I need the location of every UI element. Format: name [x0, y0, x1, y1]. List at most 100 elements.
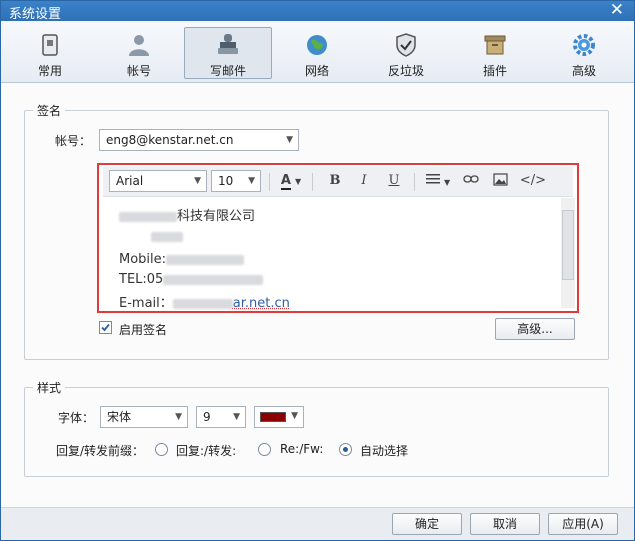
prefix-option-re-fw-label: Re:/Fw:	[280, 442, 324, 456]
style-group: 样式	[24, 379, 609, 477]
checkmark-icon	[101, 323, 110, 332]
enable-signature-label: 启用签名	[119, 323, 168, 337]
signature-email-label: E-mail：	[119, 296, 173, 311]
style-group-title: 样式	[33, 379, 66, 396]
tab-spam[interactable]: 反垃圾	[362, 27, 450, 79]
tab-network[interactable]: 网络	[273, 27, 361, 79]
font-color-swatch	[260, 412, 286, 422]
image-icon	[492, 173, 508, 186]
settings-tabs: 常用 帐号 写邮件 网络 反垃圾 插件 高级	[1, 21, 634, 83]
font-size-select[interactable]: 9 ▼	[196, 406, 246, 428]
tab-general-label: 常用	[37, 64, 62, 78]
editor-toolbar: Arial ▼ 10 ▼ A ▼ B I U ▼ </>	[103, 167, 573, 197]
prefix-option-chinese-label: 回复:/转发:	[176, 444, 237, 458]
align-icon	[425, 174, 440, 184]
gear-icon	[573, 34, 595, 56]
signature-line-email: E-mail： ar.net.cn	[119, 292, 290, 311]
signature-mobile-label: Mobile:	[119, 252, 167, 267]
image-button[interactable]	[489, 173, 511, 191]
align-button[interactable]: ▼	[423, 173, 453, 191]
signature-group-title: 签名	[33, 102, 66, 119]
ok-button[interactable]: 确定	[392, 513, 462, 535]
tab-plugins-label: 插件	[482, 64, 507, 78]
font-color-select[interactable]: ▼	[254, 406, 304, 428]
font-size-value: 9	[203, 410, 211, 424]
toolbar-divider	[269, 173, 270, 191]
link-icon	[463, 175, 479, 183]
tab-compose[interactable]: 写邮件	[184, 27, 272, 79]
tab-advanced-label: 高级	[571, 64, 596, 78]
prefix-option-auto-radio[interactable]	[339, 443, 352, 456]
italic-button[interactable]: I	[354, 173, 374, 191]
redacted-text	[166, 254, 245, 265]
tab-compose-label: 写邮件	[209, 64, 246, 78]
signature-email-domain[interactable]: ar.net.cn	[233, 296, 290, 311]
redacted-text	[119, 211, 177, 222]
tab-plugins[interactable]: 插件	[451, 27, 539, 79]
chevron-down-icon: ▼	[286, 135, 293, 145]
signature-tel-label: TEL:05	[119, 272, 164, 287]
text-color-icon: A	[280, 173, 291, 190]
box-icon	[484, 35, 506, 55]
chevron-down-icon: ▼	[175, 412, 182, 422]
phone-icon	[42, 34, 58, 56]
signature-company-text: 科技有限公司	[177, 209, 256, 224]
settings-window: 系统设置 ✕ 常用 帐号 写邮件 网络 反垃圾 插件 高级 签名 帐号： eng…	[0, 0, 635, 541]
signature-advanced-button[interactable]: 高级...	[495, 318, 575, 340]
editor-size-select[interactable]: 10 ▼	[211, 170, 261, 192]
cancel-button[interactable]: 取消	[470, 513, 540, 535]
window-title: 系统设置	[9, 7, 62, 22]
user-icon	[129, 35, 149, 56]
tab-account[interactable]: 帐号	[95, 27, 183, 79]
signature-editor: Arial ▼ 10 ▼ A ▼ B I U ▼ </> 科技有限公司 Mobi…	[97, 163, 579, 313]
globe-icon	[307, 35, 327, 55]
toolbar-divider	[414, 173, 415, 191]
editor-size-value: 10	[218, 174, 234, 188]
source-code-button[interactable]: </>	[519, 173, 547, 191]
shield-icon	[396, 33, 416, 57]
account-select[interactable]: eng8@kenstar.net.cn ▼	[99, 129, 299, 151]
tab-network-label: 网络	[304, 64, 329, 78]
apply-button[interactable]: 应用(A)	[548, 513, 618, 535]
underline-button[interactable]: U	[384, 173, 404, 191]
redacted-text	[172, 298, 233, 309]
text-color-button[interactable]: A ▼	[277, 173, 305, 191]
editor-scrollbar[interactable]	[561, 198, 575, 308]
tab-general[interactable]: 常用	[6, 27, 94, 79]
dialog-footer: 确定 取消 应用(A)	[1, 507, 634, 540]
close-icon[interactable]: ✕	[610, 0, 624, 20]
signature-line-mobile: Mobile:	[119, 252, 245, 267]
title-bar: 系统设置 ✕	[1, 0, 634, 22]
link-button[interactable]	[460, 173, 482, 191]
prefix-option-re-fw-radio[interactable]	[258, 443, 271, 456]
tab-spam-label: 反垃圾	[387, 64, 424, 78]
font-select-value: 宋体	[107, 410, 132, 424]
signature-line-company: 科技有限公司	[119, 205, 255, 224]
signature-line-tel: TEL:05	[119, 272, 264, 287]
bold-button[interactable]: B	[325, 173, 345, 191]
account-select-value: eng8@kenstar.net.cn	[106, 133, 234, 147]
signature-line-name	[151, 229, 183, 244]
editor-scrollbar-thumb[interactable]	[562, 210, 574, 280]
tab-advanced[interactable]: 高级	[540, 27, 628, 79]
chevron-down-icon: ▼	[443, 178, 451, 187]
prefix-option-chinese-radio[interactable]	[155, 443, 168, 456]
chevron-down-icon: ▼	[194, 176, 201, 186]
chevron-down-icon: ▼	[295, 177, 302, 186]
font-label: 字体：	[58, 411, 95, 425]
editor-font-select[interactable]: Arial ▼	[109, 170, 207, 192]
redacted-text	[151, 231, 183, 242]
stamp-icon	[218, 34, 238, 54]
chevron-down-icon: ▼	[233, 412, 240, 422]
tab-account-label: 帐号	[126, 64, 151, 78]
toolbar-divider	[312, 173, 313, 191]
redacted-text	[163, 274, 264, 285]
prefix-option-auto-label: 自动选择	[360, 444, 409, 458]
chevron-down-icon: ▼	[291, 411, 298, 421]
enable-signature-checkbox[interactable]	[99, 321, 112, 334]
account-label: 帐号：	[55, 134, 92, 148]
chevron-down-icon: ▼	[248, 176, 255, 186]
signature-body[interactable]: 科技有限公司 Mobile: TEL:05 E-mail： ar.net.cn	[103, 198, 559, 311]
font-select[interactable]: 宋体 ▼	[100, 406, 188, 428]
reply-prefix-label: 回复/转发前缀：	[56, 444, 145, 458]
